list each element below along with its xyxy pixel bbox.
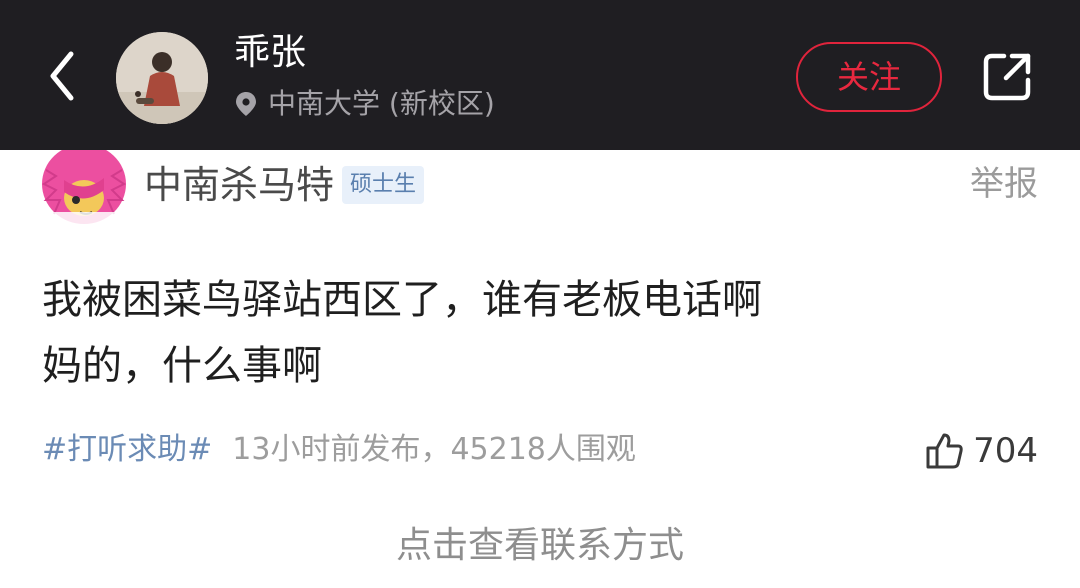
topic-hashtag[interactable]: #打听求助# <box>42 428 212 472</box>
location-pin-icon <box>234 91 258 117</box>
follow-button[interactable]: 关注 <box>796 42 942 112</box>
like-button[interactable]: 704 <box>925 428 1038 474</box>
like-count: 704 <box>973 431 1038 471</box>
poster-avatar[interactable] <box>40 150 128 226</box>
location-row: 中南大学 (新校区) <box>234 84 495 124</box>
user-avatar[interactable] <box>116 32 208 124</box>
thumbs-up-icon <box>925 431 965 471</box>
share-external-icon <box>983 53 1031 101</box>
chevron-left-icon <box>50 51 74 101</box>
post-content-line: 我被困菜鸟驿站西区了，谁有老板电话啊 <box>42 277 762 323</box>
post-meta: #打听求助# 13小时前发布，45218人围观 <box>42 428 636 472</box>
report-button[interactable]: 举报 <box>970 160 1038 208</box>
post-time-views: 13小时前发布，45218人围观 <box>232 432 636 467</box>
profile-header: 乖张 中南大学 (新校区) 关注 <box>0 0 1080 150</box>
view-contact-button[interactable]: 点击查看联系方式 <box>0 518 1080 574</box>
user-name[interactable]: 乖张 <box>234 30 306 76</box>
degree-badge: 硕士生 <box>342 166 425 204</box>
post-content-line: 妈的，什么事啊 <box>42 343 322 389</box>
back-button[interactable] <box>36 44 88 108</box>
share-button[interactable] <box>976 46 1038 108</box>
location-text: 中南大学 (新校区) <box>268 87 495 120</box>
poster-name[interactable]: 中南杀马特 <box>144 160 334 210</box>
